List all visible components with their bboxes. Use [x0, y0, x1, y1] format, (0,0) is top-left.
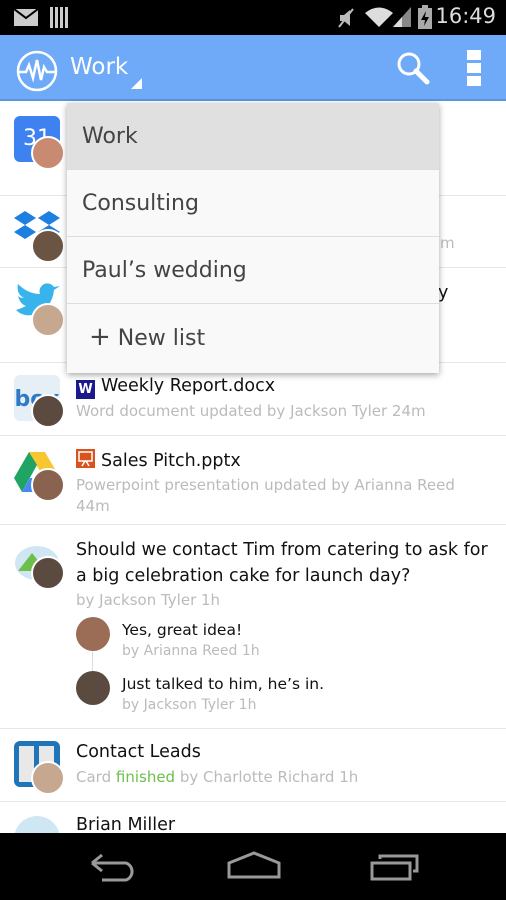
- reply-meta: by Arianna Reed 1h: [122, 643, 260, 659]
- clock: 16:49: [435, 4, 496, 28]
- item-subtitle: by Jackson Tyler 1h: [76, 591, 221, 609]
- avatar: [31, 303, 65, 337]
- menu-item-work[interactable]: Work: [67, 103, 439, 170]
- dropdown-caret-icon[interactable]: [131, 78, 142, 89]
- barcode-icon: [50, 7, 68, 28]
- obscured-text: y: [438, 283, 449, 303]
- reply-text: Just talked to him, he’s in.: [122, 675, 324, 693]
- file-name: Weekly Report.docx: [101, 376, 276, 396]
- list-selector[interactable]: Work: [70, 54, 128, 80]
- app-bar: Work: [0, 35, 506, 101]
- file-name: Sales Pitch.pptx: [101, 451, 241, 471]
- list-item[interactable]: Contact Leads Card finished by Charlotte…: [0, 729, 506, 802]
- menu-item-pauls-wedding[interactable]: Paul’s wedding: [67, 237, 439, 304]
- reply-meta: by Jackson Tyler 1h: [122, 697, 257, 713]
- recents-icon[interactable]: [370, 853, 420, 881]
- avatar: [31, 136, 65, 170]
- pulse-logo-icon: [16, 50, 58, 92]
- avatar: [31, 556, 65, 590]
- avatar: [76, 671, 110, 705]
- mail-icon: [14, 9, 38, 26]
- item-title: Should we contact Tim from catering to a…: [76, 540, 488, 586]
- obscured-text: m: [440, 234, 455, 252]
- signal-icon: [393, 7, 411, 27]
- battery-charging-icon: [418, 5, 432, 29]
- word-file-icon: W: [76, 380, 95, 399]
- item-title: Contact Leads: [76, 742, 201, 762]
- reply-text: Yes, great idea!: [122, 621, 243, 639]
- item-title: W Weekly Report.docx: [76, 376, 275, 399]
- subtitle-suffix: by Charlotte Richard 1h: [179, 768, 359, 786]
- item-subtitle: Card finished by Charlotte Richard 1h: [76, 768, 358, 786]
- status-finished: finished: [115, 768, 176, 786]
- status-bar: 16:49: [0, 0, 506, 35]
- avatar: [31, 761, 65, 795]
- item-title: Sales Pitch.pptx: [76, 449, 241, 471]
- avatar: [31, 394, 65, 428]
- wifi-icon: [365, 7, 393, 27]
- home-icon[interactable]: [227, 851, 281, 879]
- plus-icon: +: [89, 322, 111, 352]
- list-dropdown-menu: Work Consulting Paul’s wedding + New lis…: [67, 103, 439, 373]
- new-list-label: New list: [117, 326, 206, 351]
- avatar: [31, 468, 65, 502]
- item-subtitle: Word document updated by Jackson Tyler 2…: [76, 402, 426, 420]
- list-item[interactable]: Should we contact Tim from catering to a…: [0, 525, 506, 729]
- back-icon[interactable]: [88, 853, 138, 883]
- navigation-bar: [0, 833, 506, 900]
- powerpoint-file-icon: [76, 449, 95, 468]
- avatar: [31, 229, 65, 263]
- search-icon[interactable]: [396, 51, 430, 85]
- avatar: [76, 617, 110, 651]
- mute-icon: [338, 8, 354, 28]
- menu-item-consulting[interactable]: Consulting: [67, 170, 439, 237]
- item-title: Brian Miller: [76, 815, 176, 835]
- item-subtitle: Powerpoint presentation updated by Arian…: [76, 476, 455, 515]
- list-item[interactable]: Sales Pitch.pptx Powerpoint presentation…: [0, 436, 506, 525]
- subtitle-prefix: Card: [76, 768, 112, 786]
- new-list-button[interactable]: + New list: [67, 304, 439, 371]
- overflow-menu-icon[interactable]: [467, 50, 481, 86]
- list-item[interactable]: box WWeekly Report.docx Word document up…: [0, 363, 506, 436]
